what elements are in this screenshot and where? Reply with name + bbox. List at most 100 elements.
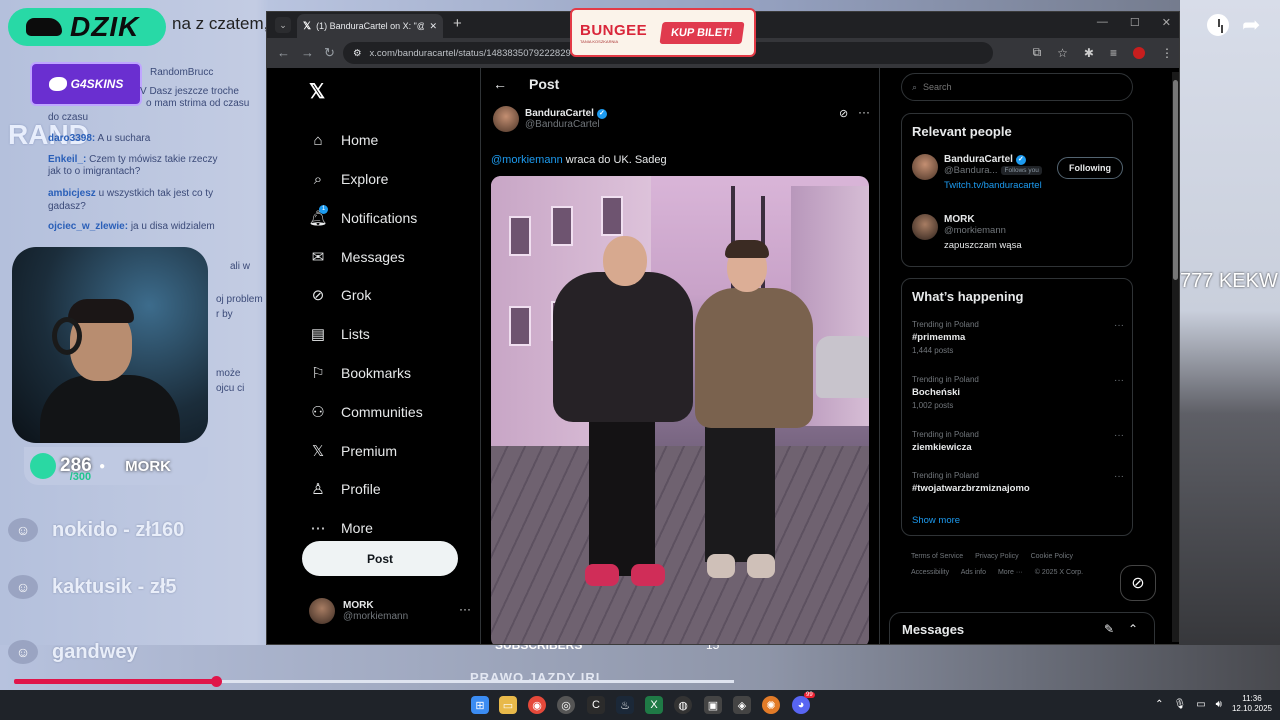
x-logo-icon[interactable]: 𝕏: [309, 79, 325, 104]
share-icon[interactable]: ➦: [1242, 12, 1260, 38]
trend-item[interactable]: Trending in Poland ziemkiewicza ···: [912, 430, 1124, 453]
avatar[interactable]: [912, 214, 938, 240]
footer-link[interactable]: Privacy Policy: [975, 553, 1019, 560]
nav-messages[interactable]: ✉ Messages: [309, 248, 405, 266]
search-field[interactable]: ⌕: [901, 73, 1133, 101]
obs-icon[interactable]: ◍: [674, 696, 692, 714]
nav-communities[interactable]: ⚇ Communities: [309, 403, 422, 421]
nav-more[interactable]: ⋯ More: [309, 519, 373, 537]
expand-icon[interactable]: ⌃: [1128, 622, 1138, 636]
post-photo[interactable]: [491, 176, 869, 644]
grok-fab-button[interactable]: ⊘: [1120, 565, 1156, 601]
forward-icon[interactable]: →: [301, 45, 314, 60]
trend-item[interactable]: Trending in Poland #twojatwarzbrzmiznajo…: [912, 471, 1124, 494]
messages-drawer[interactable]: Messages ✎ ⌃: [889, 612, 1155, 644]
reload-icon[interactable]: ↻: [324, 45, 335, 61]
nav-explore[interactable]: ⌕ Explore: [309, 170, 389, 188]
nav-profile[interactable]: ♙ Profile: [309, 480, 380, 498]
chevron-up-icon[interactable]: ⌃: [1155, 699, 1163, 710]
more-icon[interactable]: ···: [459, 602, 471, 616]
bookmark-icon: ⚐: [311, 365, 325, 382]
nav-bookmarks[interactable]: ⚐ Bookmarks: [309, 364, 411, 382]
back-icon[interactable]: ←: [277, 45, 290, 60]
footer-link[interactable]: Cookie Policy: [1031, 553, 1073, 560]
chat-line: Enkeil_: Czem ty mówisz takie rzeczy: [48, 154, 218, 165]
start-icon[interactable]: ⊞: [471, 696, 489, 714]
nav-home[interactable]: ⌂ Home: [309, 131, 378, 149]
following-button[interactable]: Following: [1057, 157, 1123, 179]
nav-premium[interactable]: 𝕏 Premium: [309, 442, 397, 460]
footer-link[interactable]: More ···: [998, 569, 1023, 576]
grok-explain-icon[interactable]: ⊘: [839, 107, 848, 120]
search-input[interactable]: [923, 82, 1104, 92]
avatar[interactable]: [912, 154, 938, 180]
nav-notifications[interactable]: 🔔︎ 1 Notifications: [308, 205, 417, 227]
extensions-icon[interactable]: ✱: [1084, 46, 1094, 60]
footer-link[interactable]: Accessibility: [911, 569, 949, 576]
footer-link[interactable]: Ads info: [961, 569, 986, 576]
app-icon[interactable]: ◈: [733, 696, 751, 714]
panel-title: What’s happening: [912, 289, 1024, 304]
menu-icon[interactable]: ⋮: [1161, 46, 1173, 60]
close-tab-icon[interactable]: ✕: [429, 21, 437, 32]
x-logo-icon: 𝕏: [303, 20, 312, 32]
trend-item[interactable]: Trending in Poland #primemma 1,444 posts…: [912, 320, 1124, 355]
close-window-icon[interactable]: ✕: [1162, 16, 1171, 29]
footer-link[interactable]: Terms of Service: [911, 553, 963, 560]
app-icon[interactable]: ◎: [557, 696, 575, 714]
clock-icon[interactable]: [1207, 14, 1229, 36]
minimize-icon[interactable]: —: [1097, 16, 1108, 29]
chat-line: daro3398: A u suchara: [48, 133, 151, 144]
mention-link[interactable]: @morkiemann: [491, 154, 563, 166]
post-button[interactable]: Post: [302, 541, 458, 576]
tab-active[interactable]: 𝕏 (1) BanduraCartel on X: "@morc ✕: [297, 14, 443, 38]
nav-grok[interactable]: ⊘ Grok: [309, 286, 372, 304]
page-scrollbar[interactable]: [1172, 72, 1179, 642]
tab-search-button[interactable]: ⌄: [275, 17, 291, 33]
follows-you-badge: Follows you: [1001, 166, 1042, 175]
trend-item[interactable]: Trending in Poland Bocheński 1,002 posts…: [912, 375, 1124, 410]
install-app-icon[interactable]: ⧉: [1033, 45, 1042, 60]
excel-icon[interactable]: X: [645, 696, 663, 714]
account-switcher[interactable]: MORK @morkiemann ···: [309, 598, 471, 624]
more-icon[interactable]: ···: [858, 105, 870, 119]
avatar[interactable]: [493, 106, 519, 132]
more-icon[interactable]: ···: [1114, 471, 1124, 482]
author-name[interactable]: BanduraCartel: [525, 108, 594, 119]
post-author[interactable]: BanduraCartel ✓ @BanduraCartel: [493, 106, 607, 132]
more-icon[interactable]: ···: [1114, 430, 1124, 441]
maximize-icon[interactable]: ☐: [1130, 16, 1140, 29]
buy-ticket-button[interactable]: KUP BILET!: [659, 21, 745, 44]
steam-icon[interactable]: ♨: [616, 696, 634, 714]
bookmark-star-icon[interactable]: ☆: [1057, 46, 1068, 60]
back-arrow-icon[interactable]: ←: [493, 76, 507, 92]
discord-icon[interactable]: ◕: [792, 696, 810, 714]
show-more-link[interactable]: Show more: [912, 515, 960, 526]
site-info-icon[interactable]: ⚙: [353, 48, 362, 59]
bio-link[interactable]: Twitch.tv/banduracartel: [944, 180, 1042, 191]
clock[interactable]: 11:36 12.10.2025: [1232, 694, 1272, 714]
more-icon[interactable]: ···: [1114, 320, 1124, 331]
bungee-ad[interactable]: BUNGEE TANIA KOSZKARNIA KUP BILET!: [570, 8, 756, 57]
nav-lists[interactable]: ▤ Lists: [309, 325, 370, 343]
envelope-icon: ✉: [311, 249, 325, 266]
chrome-icon[interactable]: ◉: [528, 696, 546, 714]
person-card[interactable]: MORK @morkiemann zapuszczam wąsa: [912, 214, 1124, 251]
speaker-icon[interactable]: 🔊︎: [1216, 699, 1222, 710]
app-icon[interactable]: ✺: [762, 696, 780, 714]
microphone-icon[interactable]: 🎙︎: [1173, 699, 1186, 710]
new-message-icon[interactable]: ✎: [1104, 622, 1114, 636]
boar-icon: [26, 18, 62, 36]
file-explorer-icon[interactable]: ▭: [499, 696, 517, 714]
new-tab-button[interactable]: +: [453, 15, 462, 32]
display-icon[interactable]: ▭: [1196, 699, 1205, 710]
app-icon[interactable]: ▣: [704, 696, 722, 714]
cursor-app-icon[interactable]: C: [587, 696, 605, 714]
profile-avatar[interactable]: [1133, 46, 1145, 59]
video-progress-thumb[interactable]: [210, 676, 222, 687]
author-handle[interactable]: @BanduraCartel: [525, 119, 607, 130]
media-icon[interactable]: ≡: [1110, 46, 1117, 60]
avatar: ☺: [8, 640, 38, 664]
chat-line: o mam strima od czasu: [146, 98, 250, 109]
more-icon[interactable]: ···: [1114, 375, 1124, 386]
